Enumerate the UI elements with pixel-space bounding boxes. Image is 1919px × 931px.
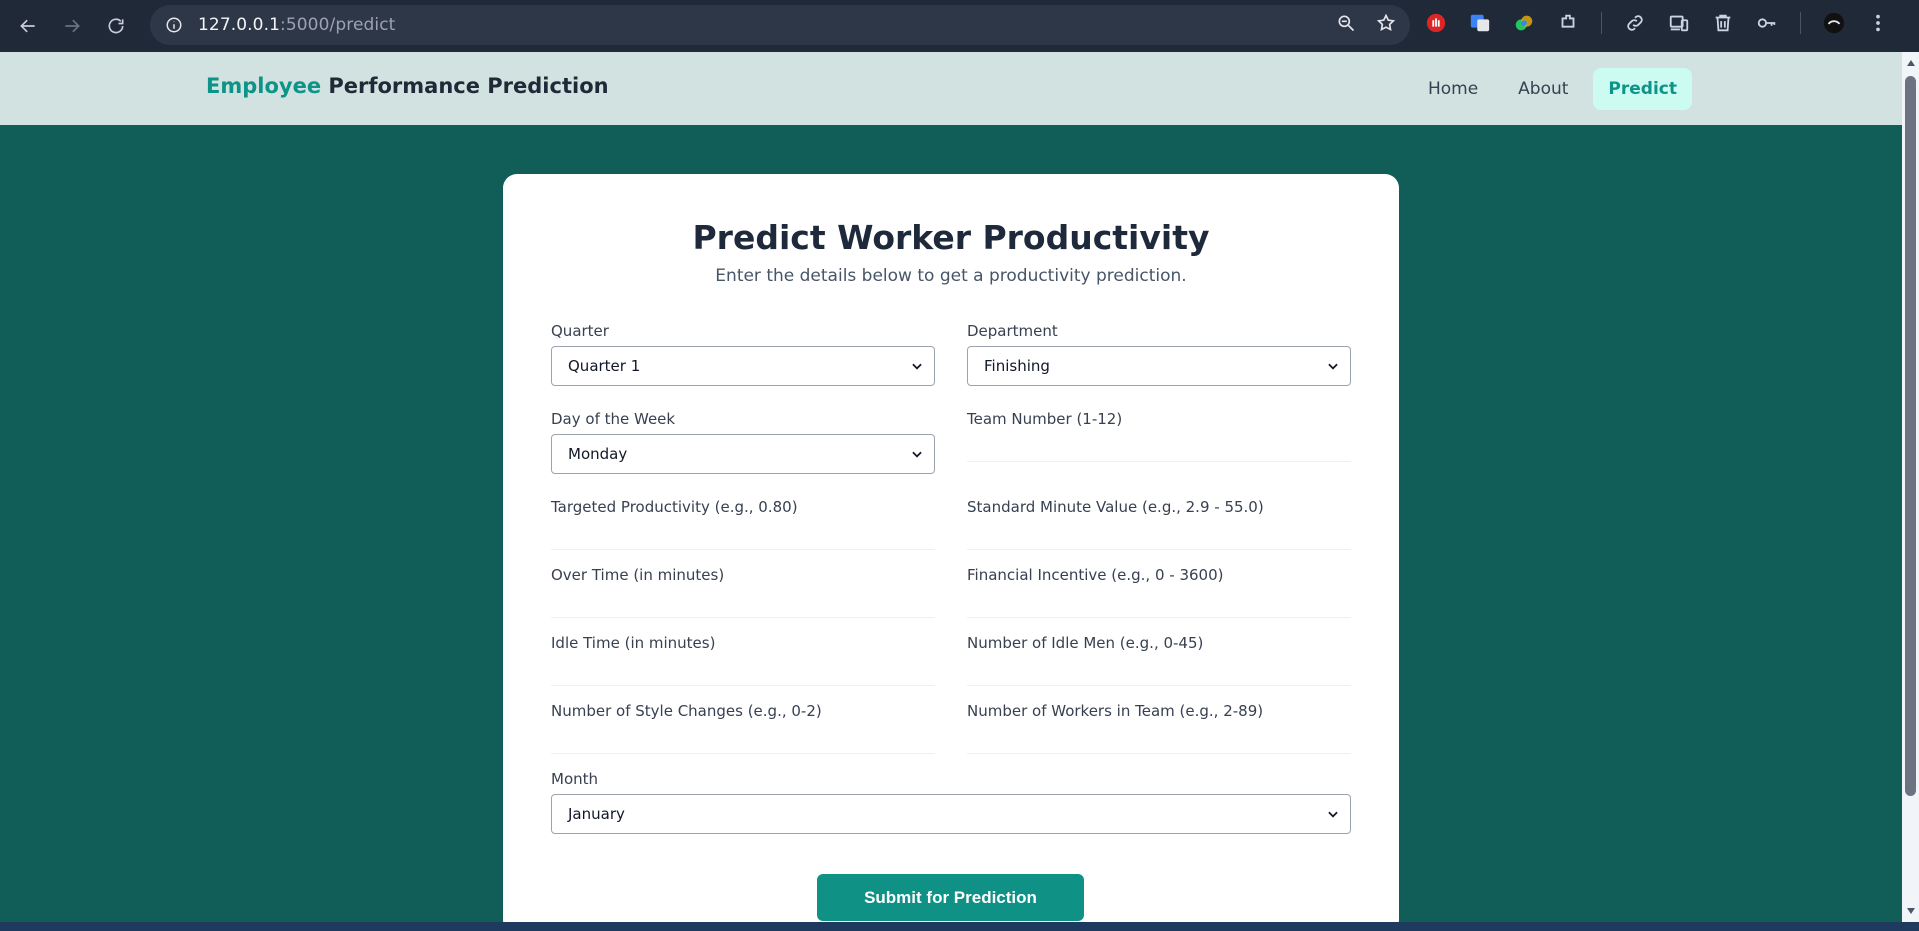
quarter-label: Quarter [551,322,609,340]
translate-extension-icon[interactable] [1469,12,1491,34]
idle-men-field: Number of Idle Men (e.g., 0-45) [967,634,1351,686]
idle-time-label: Idle Time (in minutes) [551,634,716,652]
day-select[interactable]: Monday [551,434,935,474]
targeted-label: Targeted Productivity (e.g., 0.80) [551,498,798,516]
chevron-down-icon [1328,363,1338,370]
reload-icon[interactable] [94,4,138,48]
incentive-input[interactable] [967,590,1351,618]
taskbar-edge [0,922,1919,931]
prediction-form-card: Predict Worker Productivity Enter the de… [503,174,1399,931]
chevron-down-icon [1328,811,1338,818]
password-key-icon[interactable] [1756,12,1778,34]
submit-button[interactable]: Submit for Prediction [817,874,1084,921]
day-selected-value: Monday [568,445,628,463]
idle-men-label: Number of Idle Men (e.g., 0-45) [967,634,1204,652]
scroll-down-arrow-icon[interactable] [1906,906,1916,916]
month-field: Month January [551,770,1351,834]
quarter-select[interactable]: Quarter 1 [551,346,935,386]
nav-predict-link[interactable]: Predict [1593,68,1692,110]
team-field: Team Number (1-12) [967,410,1351,462]
department-label: Department [967,322,1058,340]
month-selected-value: January [568,805,625,823]
style-changes-label: Number of Style Changes (e.g., 0-2) [551,702,822,720]
chevron-down-icon [912,451,922,458]
workers-label: Number of Workers in Team (e.g., 2-89) [967,702,1264,720]
department-select[interactable]: Finishing [967,346,1351,386]
site-info-icon[interactable] [164,15,184,35]
department-field: Department Finishing [967,322,1351,386]
brand-title[interactable]: Employee Performance Prediction [206,74,609,98]
month-label: Month [551,770,599,788]
overtime-field: Over Time (in minutes) [551,566,935,618]
page-subtitle: Enter the details below to get a product… [715,266,1187,286]
day-field: Day of the Week Monday [551,410,935,474]
adblock-extension-icon[interactable] [1425,12,1447,34]
more-menu-icon[interactable] [1867,12,1889,34]
brand-rest: Performance Prediction [321,74,609,98]
overtime-label: Over Time (in minutes) [551,566,725,584]
link-icon[interactable] [1624,12,1646,34]
url-path: :5000/predict [280,15,396,35]
address-bar[interactable]: 127.0.0.1:5000/predict [150,5,1410,45]
trash-icon[interactable] [1712,12,1734,34]
workers-field: Number of Workers in Team (e.g., 2-89) [967,702,1351,754]
extensions-puzzle-icon[interactable] [1557,12,1579,34]
smv-input[interactable] [967,522,1351,550]
idle-time-field: Idle Time (in minutes) [551,634,935,686]
forward-arrow-icon[interactable] [50,4,94,48]
devices-icon[interactable] [1668,12,1690,34]
toolbar-separator [1800,12,1801,34]
workers-input[interactable] [967,726,1351,754]
month-select[interactable]: January [551,794,1351,834]
smv-label: Standard Minute Value (e.g., 2.9 - 55.0) [967,498,1264,516]
back-arrow-icon[interactable] [6,4,50,48]
page-scrollbar[interactable] [1902,52,1919,931]
targeted-productivity-input[interactable] [551,522,935,550]
smv-field: Standard Minute Value (e.g., 2.9 - 55.0) [967,498,1351,550]
quarter-selected-value: Quarter 1 [568,357,641,375]
department-selected-value: Finishing [984,357,1050,375]
nav-about-link[interactable]: About [1503,68,1583,110]
incentive-field: Financial Incentive (e.g., 0 - 3600) [967,566,1351,618]
scroll-up-arrow-icon[interactable] [1906,58,1916,68]
style-changes-field: Number of Style Changes (e.g., 0-2) [551,702,935,754]
overtime-input[interactable] [551,590,935,618]
browser-toolbar: 127.0.0.1:5000/predict [0,0,1919,52]
brand-accent: Employee [206,74,322,98]
url-text[interactable]: 127.0.0.1:5000/predict [198,15,395,35]
style-changes-input[interactable] [551,726,935,754]
colorful-extension-icon[interactable] [1513,12,1535,34]
toolbar-separator [1601,12,1602,34]
targeted-field: Targeted Productivity (e.g., 0.80) [551,498,935,550]
idle-men-input[interactable] [967,658,1351,686]
scrollbar-thumb[interactable] [1905,76,1916,796]
incentive-label: Financial Incentive (e.g., 0 - 3600) [967,566,1224,584]
quarter-field: Quarter Quarter 1 [551,322,935,386]
day-label: Day of the Week [551,410,676,428]
team-number-input[interactable] [967,434,1351,462]
bookmark-star-icon[interactable] [1376,13,1396,37]
team-label: Team Number (1-12) [967,410,1123,428]
page-title: Predict Worker Productivity [692,218,1210,257]
main-nav: Home About Predict [1413,68,1692,110]
zoom-icon[interactable] [1336,13,1356,37]
profile-avatar-icon[interactable] [1823,12,1845,34]
nav-home-link[interactable]: Home [1413,68,1493,110]
chevron-down-icon [912,363,922,370]
idle-time-input[interactable] [551,658,935,686]
app-header: Employee Performance Prediction Home Abo… [0,52,1902,125]
url-host: 127.0.0.1 [198,15,281,35]
